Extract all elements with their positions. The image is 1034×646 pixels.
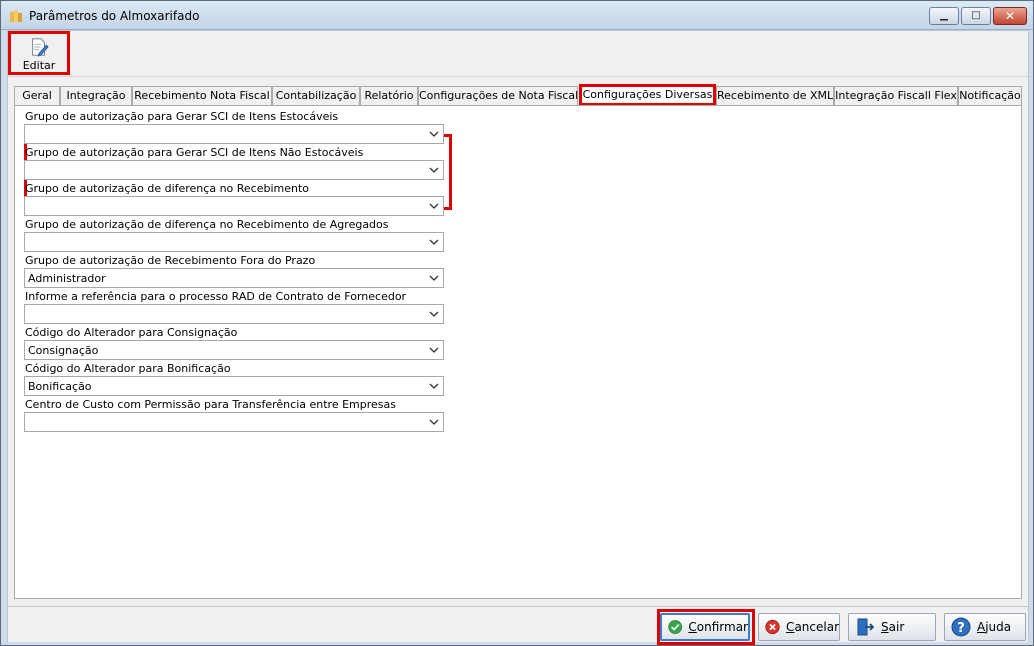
- combo-fora-do-prazo[interactable]: Administrador: [24, 268, 444, 288]
- svg-text:?: ?: [957, 621, 965, 636]
- tab-notificacao[interactable]: Notificação: [958, 86, 1022, 106]
- field-label: Grupo de autorização de diferença no Rec…: [25, 182, 310, 195]
- field-label: Código do Alterador para Bonificação: [25, 362, 231, 375]
- chevron-down-icon: [429, 239, 439, 245]
- minimize-icon: ▁: [940, 10, 948, 21]
- chevron-down-icon: [429, 131, 439, 137]
- combo-alterador-bonificacao[interactable]: Bonificação: [24, 376, 444, 396]
- tab-recebimento-xml[interactable]: Recebimento de XML: [716, 86, 834, 106]
- combo-value: Administrador: [28, 272, 106, 285]
- exit-button-label: Sair: [881, 620, 904, 634]
- cancel-button-label: Cancelar: [786, 620, 839, 634]
- chevron-down-icon: [429, 203, 439, 209]
- tab-integracao-fiscall-flex[interactable]: Integração Fiscall Flex: [834, 86, 958, 106]
- field-label: Grupo de autorização para Gerar SCI de I…: [25, 110, 339, 123]
- bottom-button-bar: Confirmar Cancelar Sair ? Ajuda: [8, 606, 1028, 645]
- combo-diferenca-recebimento[interactable]: [24, 196, 444, 216]
- help-circle-icon: ?: [951, 617, 971, 637]
- app-icon: [10, 10, 22, 22]
- chevron-down-icon: [429, 383, 439, 389]
- field-label: Grupo de autorização de Recebimento Fora…: [25, 254, 316, 267]
- minimize-button[interactable]: ▁: [929, 7, 959, 25]
- close-icon: ✕: [1004, 9, 1016, 23]
- combo-sci-estocaveis[interactable]: [24, 124, 444, 144]
- tab-contabilizacao[interactable]: Contabilização: [272, 86, 360, 106]
- field-label: Código do Alterador para Consignação: [25, 326, 238, 339]
- maximize-button[interactable]: □: [961, 7, 991, 25]
- tab-strip: Geral Integração Recebimento Nota Fiscal…: [14, 84, 1022, 106]
- chevron-down-icon: [429, 311, 439, 317]
- confirm-label-rest: onfirmar: [696, 620, 748, 634]
- combo-alterador-consignacao[interactable]: Consignação: [24, 340, 444, 360]
- field-label: Informe a referência para o processo RAD…: [25, 290, 407, 303]
- tab-panel-configuracoes-diversas: Grupo de autorização para Gerar SCI de I…: [14, 105, 1022, 599]
- chevron-down-icon: [429, 167, 439, 173]
- maximize-icon: □: [971, 10, 981, 21]
- combo-sci-nao-estocaveis[interactable]: [24, 160, 444, 180]
- field-label: Centro de Custo com Permissão para Trans…: [25, 398, 396, 411]
- exit-label-rest: air: [888, 620, 905, 634]
- combo-centro-de-custo[interactable]: [24, 412, 444, 432]
- toolbar: Editar: [8, 31, 1028, 77]
- tab-integracao[interactable]: Integração: [60, 86, 132, 106]
- tab-configuracoes-diversas[interactable]: Configurações Diversas: [579, 84, 716, 106]
- exit-door-icon: [857, 618, 875, 636]
- edit-button[interactable]: Editar: [8, 31, 70, 75]
- combo-rad-contrato[interactable]: [24, 304, 444, 324]
- main-window: Parâmetros do Almoxarifado ▁ □ ✕ Editar …: [0, 0, 1034, 646]
- window-title: Parâmetros do Almoxarifado: [29, 9, 200, 23]
- confirm-button-label: Confirmar: [688, 620, 748, 634]
- combo-value: Consignação: [28, 344, 99, 357]
- client-area: Editar Geral Integração Recebimento Nota…: [7, 30, 1029, 645]
- confirm-button[interactable]: Confirmar: [660, 613, 750, 641]
- tab-geral[interactable]: Geral: [14, 86, 60, 106]
- cancel-button[interactable]: Cancelar: [758, 613, 840, 641]
- edit-button-label: Editar: [22, 59, 56, 72]
- help-accel: A: [977, 620, 986, 634]
- check-circle-icon: [668, 620, 683, 634]
- confirm-accel: C: [688, 620, 697, 634]
- chevron-down-icon: [429, 347, 439, 353]
- tab-recebimento-nota-fiscal[interactable]: Recebimento Nota Fiscal: [132, 86, 272, 106]
- tab-configuracoes-nota-fiscal[interactable]: Configurações de Nota Fiscal: [418, 86, 578, 106]
- exit-accel: S: [881, 620, 889, 634]
- help-label-rest: juda: [985, 620, 1012, 634]
- title-bar[interactable]: Parâmetros do Almoxarifado ▁ □ ✕: [1, 1, 1033, 30]
- close-button[interactable]: ✕: [993, 7, 1027, 25]
- edit-document-icon: [32, 38, 49, 57]
- help-button-label: Ajuda: [977, 620, 1011, 634]
- combo-value: Bonificação: [28, 380, 92, 393]
- chevron-down-icon: [429, 419, 439, 425]
- cancel-label-rest: ancelar: [794, 620, 839, 634]
- combo-diferenca-agregados[interactable]: [24, 232, 444, 252]
- exit-button[interactable]: Sair: [848, 613, 936, 641]
- tab-relatorio[interactable]: Relatório: [360, 86, 418, 106]
- cancel-circle-icon: [765, 619, 780, 635]
- field-label: Grupo de autorização para Gerar SCI de I…: [25, 146, 364, 159]
- chevron-down-icon: [429, 275, 439, 281]
- field-label: Grupo de autorização de diferença no Rec…: [25, 218, 389, 231]
- help-button[interactable]: ? Ajuda: [944, 613, 1026, 641]
